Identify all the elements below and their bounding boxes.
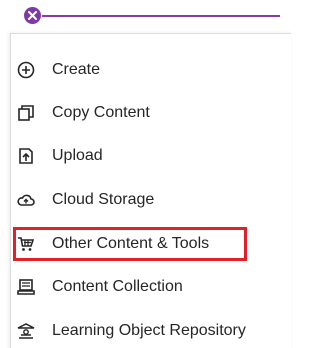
close-x-icon — [28, 11, 37, 20]
menu-item-upload[interactable]: Upload — [16, 141, 103, 171]
menu-item-label: Copy Content — [52, 104, 150, 121]
menu-item-cloud-storage[interactable]: Cloud Storage — [16, 185, 154, 215]
menu-item-label: Content Collection — [52, 278, 183, 295]
plus-circle-icon — [16, 60, 36, 80]
repository-icon — [16, 321, 36, 341]
copy-icon — [16, 103, 36, 123]
menu-item-label: Cloud Storage — [52, 191, 155, 208]
menu-item-label: Create — [52, 61, 101, 78]
add-content-menu-screen: Create Copy Content Upload Cloud Storage… — [0, 0, 291, 348]
menu-item-create[interactable]: Create — [16, 55, 100, 85]
menu-item-other-content-tools[interactable]: Other Content & Tools — [16, 229, 209, 259]
menu-item-label: Other Content & Tools — [52, 235, 210, 252]
content-collection-icon — [16, 277, 36, 297]
upload-icon — [16, 146, 36, 166]
menu-item-copy-content[interactable]: Copy Content — [16, 98, 150, 128]
cart-tools-icon — [16, 234, 36, 254]
menu-item-content-collection[interactable]: Content Collection — [16, 272, 183, 302]
menu-item-label: Upload — [52, 147, 103, 164]
accent-divider — [42, 15, 280, 17]
close-menu-button[interactable] — [24, 7, 41, 24]
menu-item-label: Learning Object Repository — [52, 322, 246, 339]
menu-item-learning-object-repository[interactable]: Learning Object Repository — [16, 316, 246, 346]
cloud-upload-icon — [16, 190, 36, 210]
menu-top-bar — [0, 0, 280, 36]
